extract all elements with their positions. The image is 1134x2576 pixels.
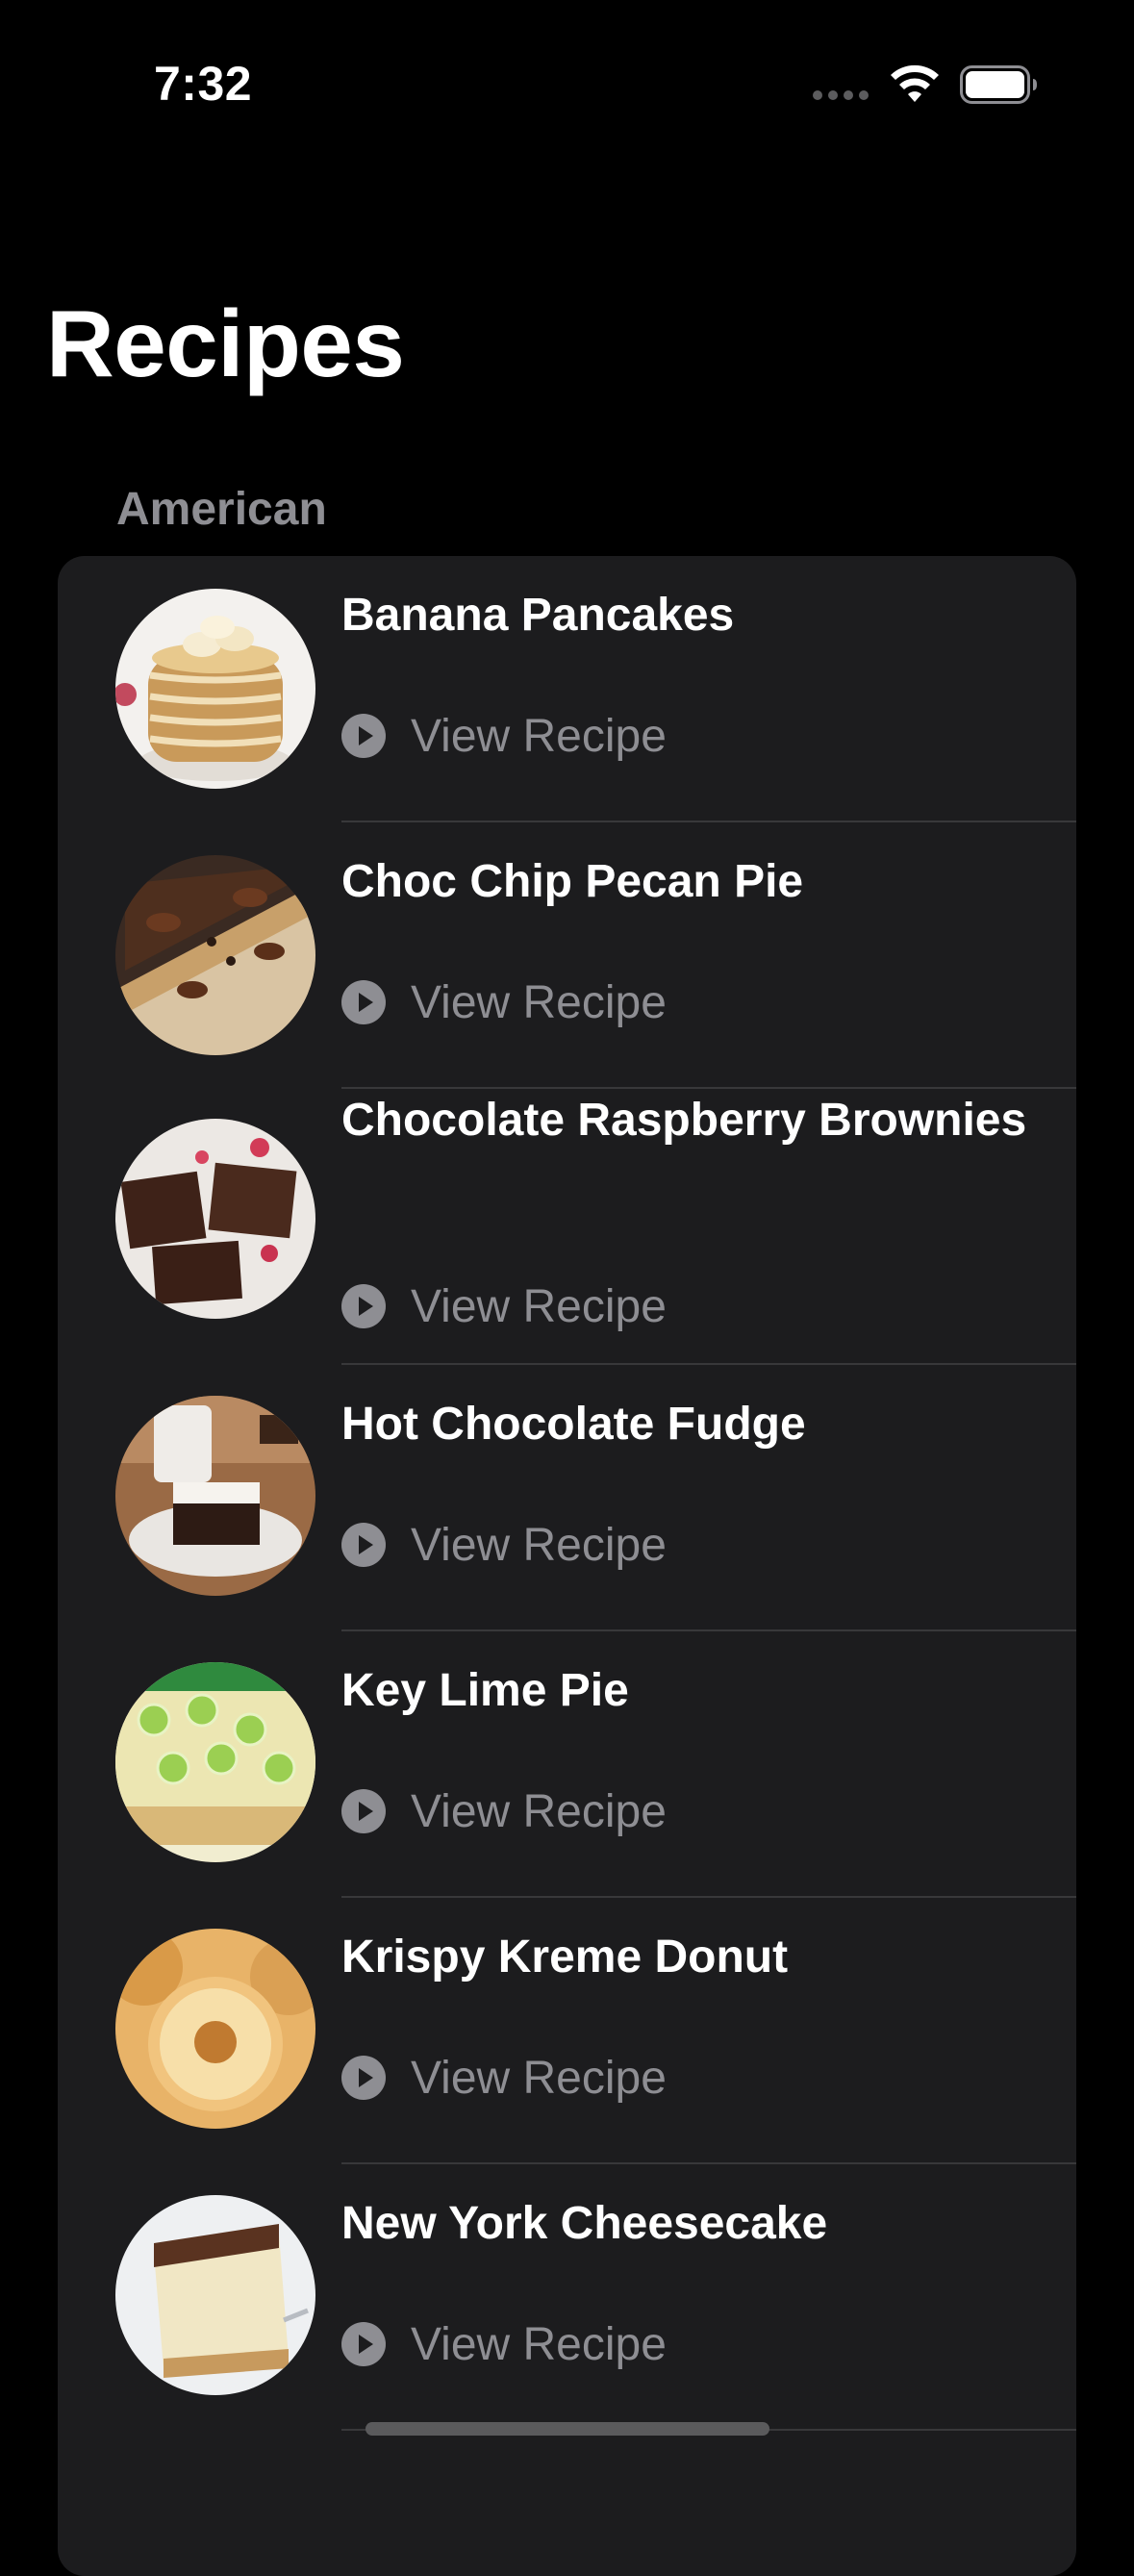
view-recipe-link[interactable]: View Recipe bbox=[341, 2315, 667, 2373]
section-header-american: American bbox=[116, 484, 327, 535]
recipe-name: Krispy Kreme Donut bbox=[341, 1932, 789, 1983]
recipe-name: Choc Chip Pecan Pie bbox=[341, 856, 804, 907]
view-recipe-link[interactable]: View Recipe bbox=[341, 1782, 667, 1840]
status-bar: 7:32 bbox=[0, 0, 1134, 144]
donut-photo-icon bbox=[115, 1929, 315, 2129]
view-recipe-link[interactable]: View Recipe bbox=[341, 973, 667, 1031]
play-circle-icon bbox=[341, 1523, 386, 1567]
view-recipe-label: View Recipe bbox=[411, 1519, 667, 1571]
recipe-row-choc-chip-pecan-pie[interactable]: Choc Chip Pecan Pie View Recipe bbox=[58, 822, 1076, 1089]
pancakes-photo-icon bbox=[115, 589, 315, 789]
play-circle-icon bbox=[341, 980, 386, 1024]
view-recipe-label: View Recipe bbox=[411, 1280, 667, 1332]
recipe-name: New York Cheesecake bbox=[341, 2198, 828, 2249]
play-circle-icon bbox=[341, 714, 386, 758]
pecan-pie-photo-icon bbox=[115, 855, 315, 1055]
recipe-row-hot-chocolate-fudge[interactable]: Hot Chocolate Fudge View Recipe bbox=[58, 1365, 1076, 1631]
recipe-name: Hot Chocolate Fudge bbox=[341, 1399, 806, 1450]
brownies-photo-icon bbox=[115, 1119, 315, 1319]
recipe-list: Banana Pancakes View Recipe Choc Chip Pe… bbox=[58, 556, 1076, 2576]
status-time: 7:32 bbox=[154, 57, 253, 111]
view-recipe-label: View Recipe bbox=[411, 2318, 667, 2370]
view-recipe-label: View Recipe bbox=[411, 976, 667, 1028]
view-recipe-link[interactable]: View Recipe bbox=[341, 1516, 667, 1574]
view-recipe-label: View Recipe bbox=[411, 710, 667, 762]
recipe-row-chocolate-raspberry-brownies[interactable]: Chocolate Raspberry Brownies View Recipe bbox=[58, 1089, 1076, 1365]
view-recipe-label: View Recipe bbox=[411, 2052, 667, 2104]
recipe-name: Chocolate Raspberry Brownies bbox=[341, 1095, 1027, 1146]
page-title: Recipes bbox=[46, 290, 405, 396]
recipe-row-key-lime-pie[interactable]: Key Lime Pie View Recipe bbox=[58, 1631, 1076, 1898]
recipe-row-new-york-cheesecake[interactable]: New York Cheesecake View Recipe bbox=[58, 2164, 1076, 2431]
key-lime-pie-photo-icon bbox=[115, 1662, 315, 1862]
view-recipe-link[interactable]: View Recipe bbox=[341, 1277, 667, 1335]
view-recipe-label: View Recipe bbox=[411, 1785, 667, 1837]
fudge-photo-icon bbox=[115, 1396, 315, 1596]
view-recipe-link[interactable]: View Recipe bbox=[341, 707, 667, 765]
play-circle-icon bbox=[341, 2056, 386, 2100]
battery-icon bbox=[960, 65, 1037, 104]
view-recipe-link[interactable]: View Recipe bbox=[341, 2049, 667, 2107]
play-circle-icon bbox=[341, 2322, 386, 2366]
play-circle-icon bbox=[341, 1789, 386, 1833]
recipe-name: Key Lime Pie bbox=[341, 1665, 629, 1716]
play-circle-icon bbox=[341, 1284, 386, 1328]
cheesecake-photo-icon bbox=[115, 2195, 315, 2395]
recipe-row-krispy-kreme-donut[interactable]: Krispy Kreme Donut View Recipe bbox=[58, 1898, 1076, 2164]
recipe-row-banana-pancakes[interactable]: Banana Pancakes View Recipe bbox=[58, 556, 1076, 822]
home-indicator[interactable] bbox=[365, 2422, 769, 2436]
cellular-signal-icon bbox=[813, 90, 869, 100]
wifi-icon bbox=[891, 64, 939, 102]
recipe-name: Banana Pancakes bbox=[341, 590, 735, 641]
